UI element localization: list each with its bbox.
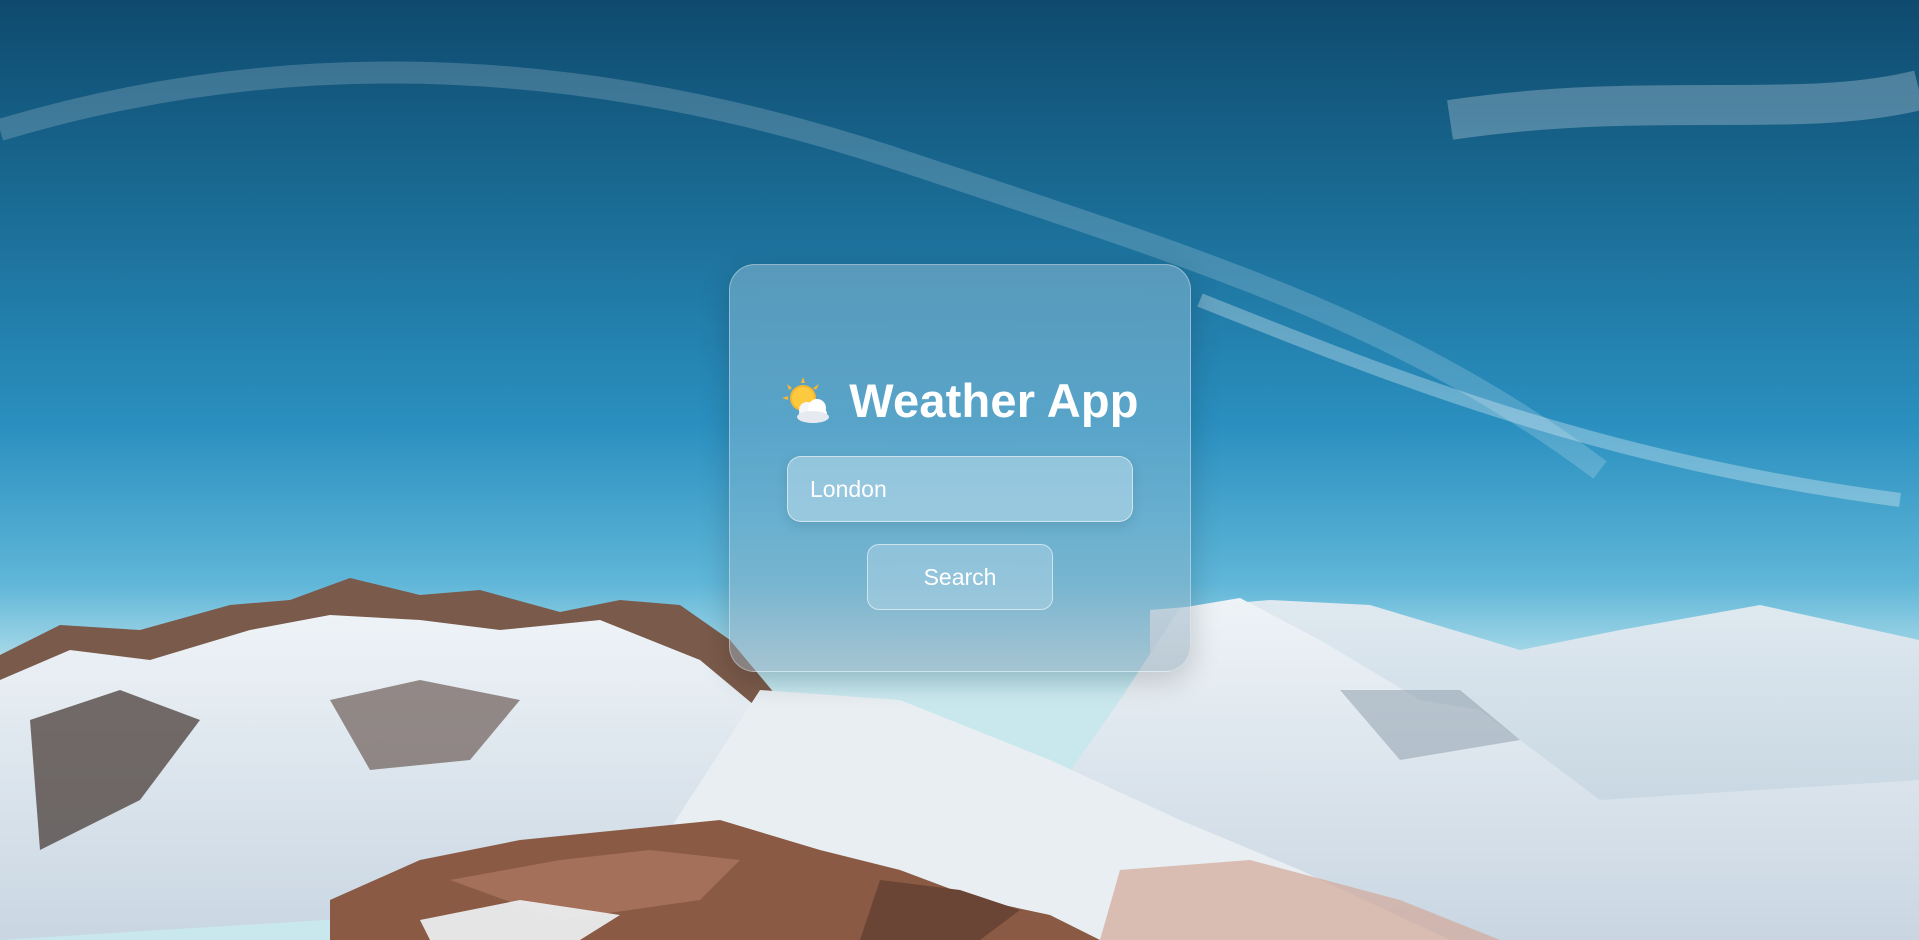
- search-button[interactable]: Search: [867, 544, 1053, 610]
- app-title: Weather App: [849, 374, 1139, 427]
- city-search-input[interactable]: [787, 456, 1133, 522]
- title-row: Weather App: [781, 373, 1139, 428]
- weather-app-page: Weather App Search: [0, 0, 1919, 940]
- sun-behind-cloud-icon: [782, 376, 830, 423]
- weather-search-card: Weather App Search: [729, 264, 1191, 672]
